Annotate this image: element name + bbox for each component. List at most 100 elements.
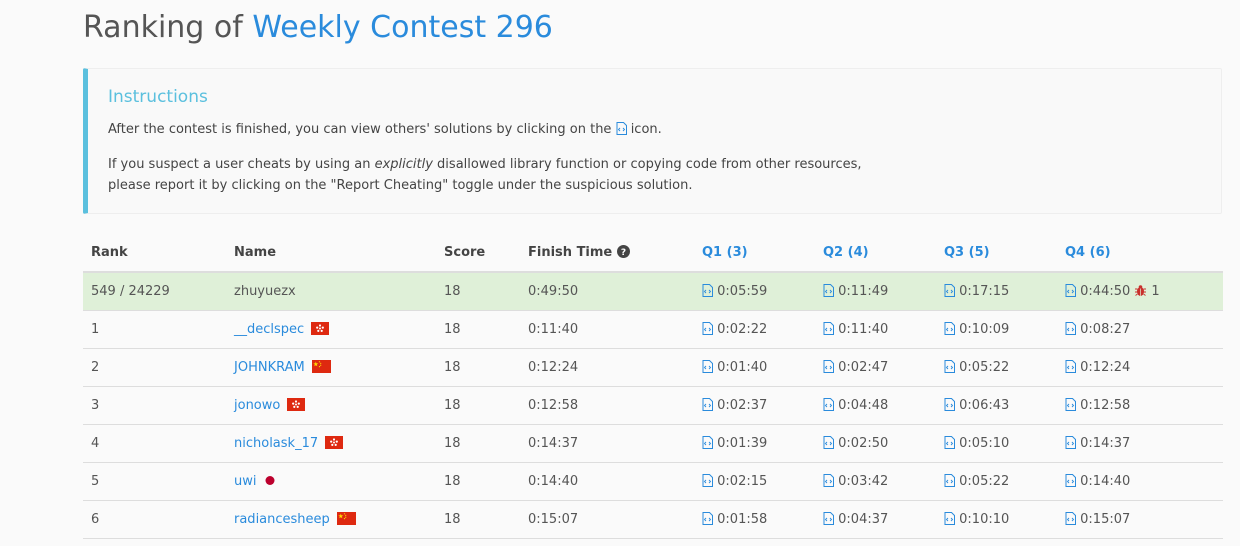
code-icon[interactable] — [1065, 398, 1076, 411]
q-time: 0:10:10 — [959, 512, 1010, 527]
q-time: 0:01:58 — [717, 512, 768, 527]
code-icon[interactable] — [944, 512, 955, 525]
instructions-text: disallowed library function or copying c… — [432, 157, 862, 172]
q3-cell[interactable]: 0:17:15 — [936, 272, 1057, 311]
code-icon[interactable] — [944, 284, 955, 297]
table-row: 4 nicholask_17 18 0:14:37 0:01:39 0:02:50 0… — [83, 424, 1223, 463]
rank-cell: 2 — [83, 348, 226, 387]
code-icon[interactable] — [702, 474, 713, 487]
hk-flag-icon — [325, 436, 344, 449]
code-icon[interactable] — [1065, 474, 1076, 487]
instructions-line-2: If you suspect a user cheats by using an… — [108, 154, 862, 196]
q1-cell[interactable]: 0:02:22 — [694, 310, 815, 349]
code-icon[interactable] — [702, 398, 713, 411]
q-time: 0:02:37 — [717, 398, 768, 413]
svg-text:?: ? — [621, 248, 626, 258]
hk-flag-icon — [287, 398, 306, 411]
q1-cell[interactable]: 0:01:39 — [694, 424, 815, 463]
user-link[interactable]: jonowo — [234, 398, 280, 413]
column-header-q3[interactable]: Q3 (5) — [936, 234, 1057, 273]
q-time: 0:11:40 — [838, 322, 889, 337]
q2-cell[interactable]: 0:02:50 — [815, 424, 936, 463]
name-cell: __declspec — [226, 310, 436, 349]
q2-cell[interactable]: 0:04:37 — [815, 500, 936, 539]
table-row: 6 radiancesheep 18 0:15:07 0:01:58 0:04:37 … — [83, 500, 1223, 539]
user-link[interactable]: uwi — [234, 474, 256, 489]
q4-cell[interactable]: 0:12:58 — [1057, 386, 1223, 425]
q2-cell[interactable]: 0:11:49 — [815, 272, 936, 311]
q4-cell[interactable]: 0:08:27 — [1057, 310, 1223, 349]
code-icon[interactable] — [944, 436, 955, 449]
rank-cell: 3 — [83, 386, 226, 425]
code-icon[interactable] — [702, 512, 713, 525]
code-icon[interactable] — [1065, 322, 1076, 335]
code-icon[interactable] — [823, 360, 834, 373]
instructions-text: After the contest is finished, you can v… — [108, 122, 616, 137]
column-header-q1[interactable]: Q1 (3) — [694, 234, 815, 273]
code-icon[interactable] — [823, 512, 834, 525]
user-link[interactable]: nicholask_17 — [234, 436, 318, 451]
q1-cell[interactable]: 0:05:59 — [694, 272, 815, 311]
code-icon[interactable] — [944, 398, 955, 411]
code-icon[interactable] — [1065, 360, 1076, 373]
code-icon[interactable] — [823, 284, 834, 297]
column-header-q4[interactable]: Q4 (6) — [1057, 234, 1223, 273]
help-icon[interactable]: ? — [616, 245, 630, 258]
code-icon[interactable] — [944, 322, 955, 335]
q4-cell[interactable]: 0:15:07 — [1057, 500, 1223, 539]
q3-cell[interactable]: 0:10:10 — [936, 500, 1057, 539]
code-icon[interactable] — [823, 398, 834, 411]
q-time: 0:05:10 — [959, 436, 1010, 451]
q4-cell[interactable]: 0:44:50 1 — [1057, 272, 1223, 311]
q-time: 0:44:50 — [1080, 284, 1131, 299]
instructions-text: icon. — [626, 122, 662, 137]
q1-cell[interactable]: 0:01:40 — [694, 348, 815, 387]
code-icon[interactable] — [944, 474, 955, 487]
my-rank-row: 549 / 24229 zhuyuezx 18 0:49:50 0:05:59 … — [83, 272, 1223, 311]
q3-cell[interactable]: 0:05:10 — [936, 424, 1057, 463]
code-icon[interactable] — [1065, 512, 1076, 525]
q2-cell[interactable]: 0:03:42 — [815, 462, 936, 501]
code-icon[interactable] — [823, 436, 834, 449]
q2-cell[interactable]: 0:02:47 — [815, 348, 936, 387]
q1-cell[interactable]: 0:02:37 — [694, 386, 815, 425]
code-icon[interactable] — [1065, 436, 1076, 449]
q2-cell[interactable]: 0:04:48 — [815, 386, 936, 425]
score-cell: 18 — [436, 500, 520, 539]
q1-cell[interactable]: 0:01:58 — [694, 500, 815, 539]
finish-time-cell: 0:14:40 — [520, 462, 694, 501]
q4-cell[interactable]: 0:14:40 — [1057, 462, 1223, 501]
rank-cell: 549 / 24229 — [83, 272, 226, 311]
q1-cell[interactable]: 0:02:15 — [694, 462, 815, 501]
q-time: 0:01:40 — [717, 360, 768, 375]
rank-cell: 4 — [83, 424, 226, 463]
ranking-table: Rank Name Score Finish Time ? Q1 (3) Q2 … — [83, 234, 1223, 539]
column-header-score: Score — [436, 234, 520, 273]
code-icon[interactable] — [702, 360, 713, 373]
q-time: 0:11:49 — [838, 284, 889, 299]
q3-cell[interactable]: 0:05:22 — [936, 462, 1057, 501]
q4-cell[interactable]: 0:12:24 — [1057, 348, 1223, 387]
code-icon[interactable] — [702, 436, 713, 449]
q3-cell[interactable]: 0:10:09 — [936, 310, 1057, 349]
code-icon — [616, 122, 627, 135]
finish-time-cell: 0:12:24 — [520, 348, 694, 387]
q3-cell[interactable]: 0:06:43 — [936, 386, 1057, 425]
table-row: 5 uwi 18 0:14:40 0:02:15 0:03:42 0:05:22 0:… — [83, 462, 1223, 501]
code-icon[interactable] — [702, 322, 713, 335]
code-icon[interactable] — [944, 360, 955, 373]
instructions-title: Instructions — [108, 87, 208, 107]
code-icon[interactable] — [1065, 284, 1076, 297]
bug-icon — [1135, 285, 1147, 296]
user-link[interactable]: radiancesheep — [234, 512, 330, 527]
q3-cell[interactable]: 0:05:22 — [936, 348, 1057, 387]
code-icon[interactable] — [823, 322, 834, 335]
column-header-q2[interactable]: Q2 (4) — [815, 234, 936, 273]
score-cell: 18 — [436, 272, 520, 311]
q4-cell[interactable]: 0:14:37 — [1057, 424, 1223, 463]
code-icon[interactable] — [702, 284, 713, 297]
user-link[interactable]: __declspec — [234, 322, 304, 337]
user-link[interactable]: JOHNKRAM — [234, 360, 305, 375]
code-icon[interactable] — [823, 474, 834, 487]
q2-cell[interactable]: 0:11:40 — [815, 310, 936, 349]
